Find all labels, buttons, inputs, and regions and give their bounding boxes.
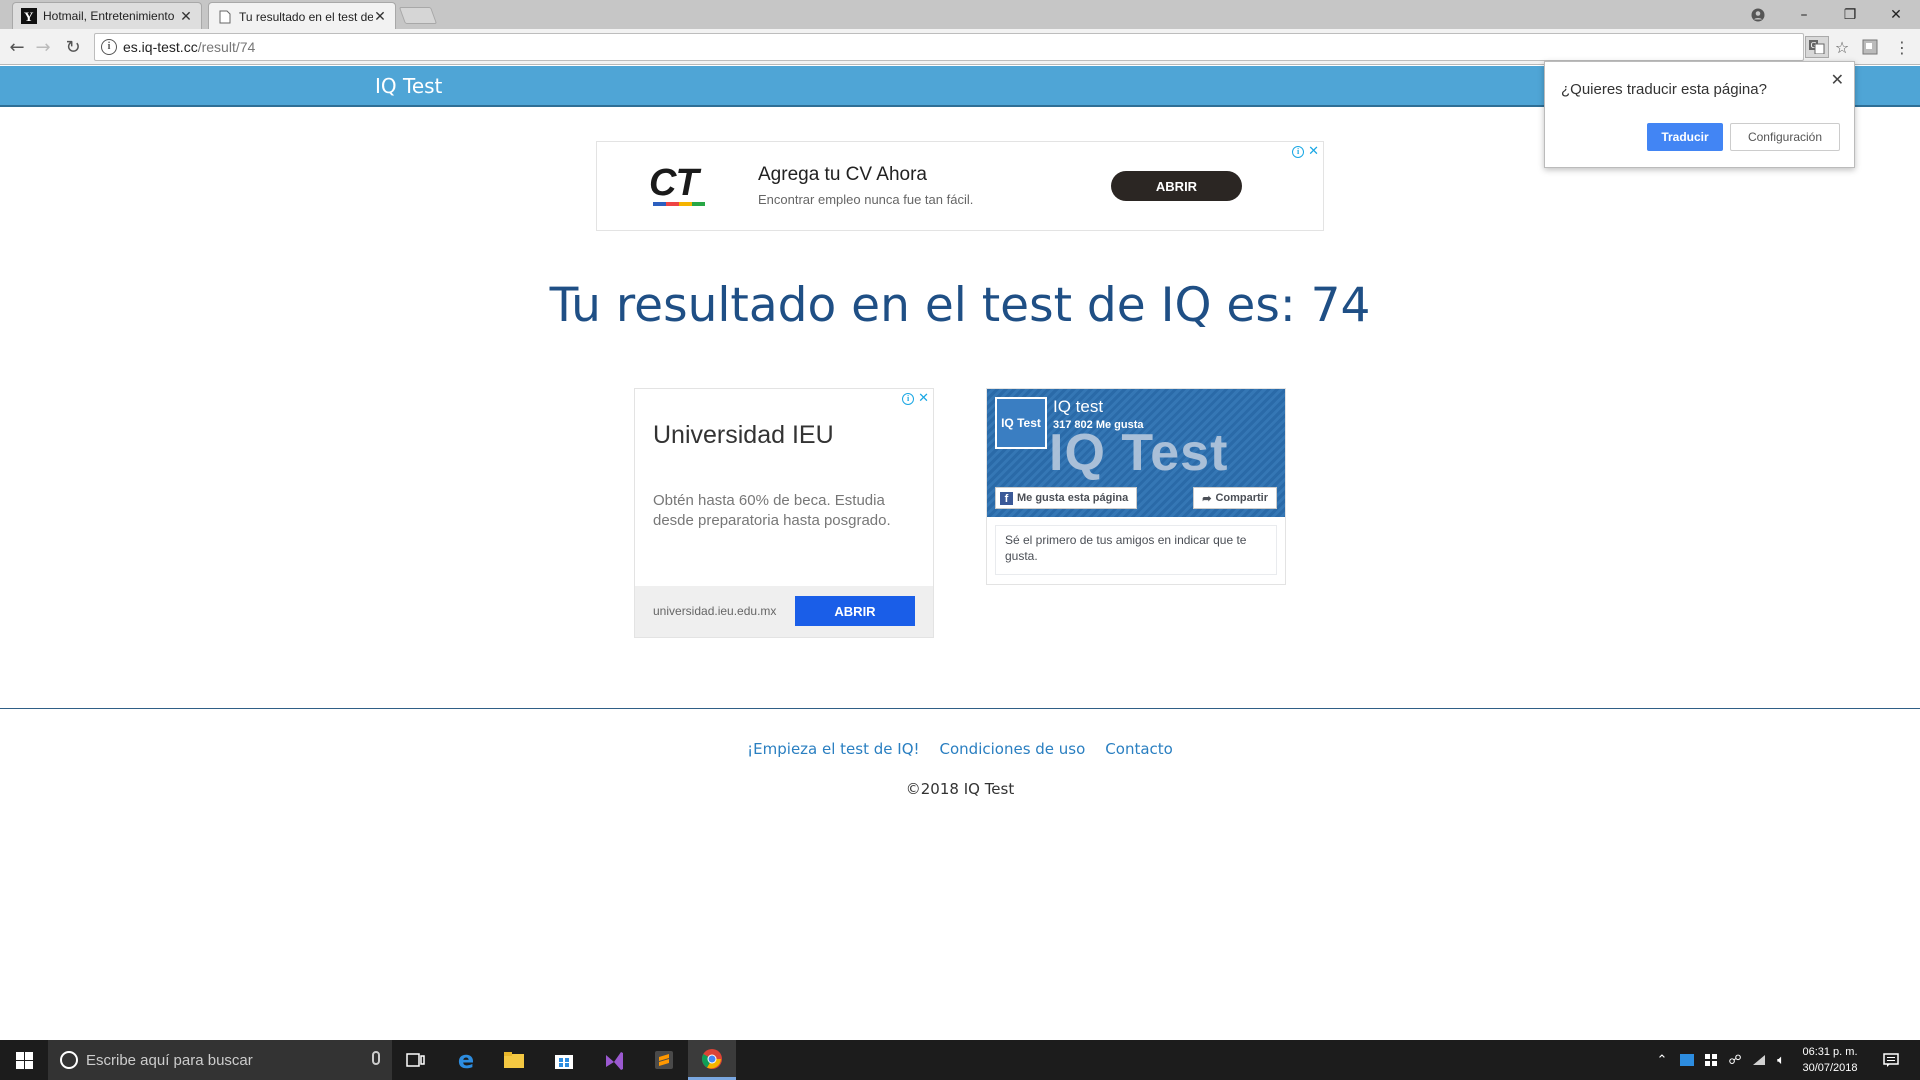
ad-logo-stripe: [653, 202, 705, 206]
bookmark-star-icon[interactable]: ☆: [1830, 36, 1854, 58]
sublime-text-icon[interactable]: [640, 1040, 688, 1080]
tab-hotmail[interactable]: Y Hotmail, Entretenimiento ✕: [12, 2, 202, 29]
university-ad[interactable]: Universidad IEU Obtén hasta 60% de beca.…: [634, 388, 934, 638]
ad-choices[interactable]: i ✕: [902, 391, 929, 406]
windows-taskbar: Escribe aquí para buscar e ⌃ ☍ 🔈︎ 06:31 …: [0, 1040, 1920, 1080]
fb-page-name[interactable]: IQ test: [1053, 397, 1103, 417]
forward-arrow-icon[interactable]: →: [30, 35, 56, 59]
footer-link-terms[interactable]: Condiciones de uso: [940, 740, 1086, 758]
taskbar-clock[interactable]: 06:31 p. m. 30/07/2018: [1790, 1044, 1870, 1076]
footer-link-contact[interactable]: Contacto: [1105, 740, 1173, 758]
svg-text:Y: Y: [24, 9, 34, 24]
tab-title: Tu resultado en el test de: [239, 9, 373, 24]
restore-button[interactable]: ❐: [1828, 0, 1872, 29]
url-host: es.iq-test.cc: [123, 39, 198, 55]
clock-time: 06:31 p. m.: [1802, 1046, 1858, 1058]
task-view-icon[interactable]: [392, 1040, 440, 1080]
fb-cover[interactable]: IQ Test IQ Test IQ test 317 802 Me gusta…: [987, 389, 1285, 517]
tab-iq-result[interactable]: Tu resultado en el test de ✕: [208, 2, 396, 30]
facebook-icon: f: [1000, 491, 1013, 505]
translate-button[interactable]: Traducir: [1647, 123, 1723, 151]
clock-date: 30/07/2018: [1802, 1062, 1858, 1074]
tray-windows-icon[interactable]: [1700, 1040, 1722, 1080]
hotmail-favicon-icon: Y: [21, 8, 37, 24]
back-arrow-icon[interactable]: ←: [4, 35, 30, 59]
ad-subtitle: Encontrar empleo nunca fue tan fácil.: [758, 192, 974, 207]
ad-url[interactable]: universidad.ieu.edu.mx: [653, 604, 776, 618]
windows-start-icon[interactable]: [0, 1040, 48, 1080]
footer-divider: [0, 708, 1920, 709]
ad-info-icon[interactable]: i: [902, 393, 915, 405]
taskbar-search[interactable]: Escribe aquí para buscar: [48, 1040, 392, 1080]
visual-studio-icon[interactable]: [590, 1040, 638, 1080]
ad-choices[interactable]: i ✕: [1292, 144, 1319, 159]
microphone-icon[interactable]: [372, 1051, 380, 1065]
share-arrow-icon: ➦: [1202, 492, 1212, 505]
fb-like-button[interactable]: f Me gusta esta página: [995, 487, 1138, 509]
fb-like-count: 317 802 Me gusta: [1053, 419, 1144, 431]
close-window-button[interactable]: ✕: [1874, 0, 1918, 29]
tray-app-icon[interactable]: [1676, 1040, 1698, 1080]
tab-title: Hotmail, Entretenimiento: [43, 9, 175, 23]
fb-friends-text: Sé el primero de tus amigos en indicar q…: [995, 525, 1277, 575]
facebook-page-widget: IQ Test IQ Test IQ test 317 802 Me gusta…: [986, 388, 1286, 585]
ad-logo: CT: [649, 162, 699, 204]
minimize-button[interactable]: –: [1782, 0, 1826, 29]
footer-links: ¡Empieza el test de IQ! Condiciones de u…: [0, 740, 1920, 758]
store-icon[interactable]: [540, 1040, 588, 1080]
new-tab-button[interactable]: [398, 7, 438, 24]
fb-share-button[interactable]: ➦ Compartir: [1193, 487, 1277, 509]
ad-close-icon[interactable]: ✕: [1308, 144, 1319, 159]
reload-icon[interactable]: ↻: [60, 35, 86, 59]
translate-icon[interactable]: G: [1805, 36, 1829, 58]
search-placeholder: Escribe aquí para buscar: [86, 1051, 253, 1069]
ad-description: Obtén hasta 60% de beca. Estudia desde p…: [653, 492, 891, 529]
ad-title[interactable]: Universidad IEU: [653, 421, 834, 450]
menu-kebab-icon[interactable]: ⋮: [1890, 36, 1914, 58]
chrome-icon[interactable]: [688, 1040, 736, 1080]
edge-icon[interactable]: e: [442, 1040, 490, 1080]
extension-icon[interactable]: [1858, 36, 1882, 58]
footer-copyright: ©2018 IQ Test: [905, 780, 1015, 798]
translate-question: ¿Quieres traducir esta página?: [1561, 81, 1767, 98]
tab-close-icon[interactable]: ✕: [373, 8, 387, 25]
tray-volume-icon[interactable]: 🔈︎: [1770, 1040, 1792, 1080]
file-explorer-icon[interactable]: [490, 1040, 538, 1080]
notifications-icon[interactable]: [1876, 1040, 1906, 1080]
ad-info-icon[interactable]: i: [1292, 146, 1305, 158]
url-path: /result/74: [197, 39, 256, 55]
cortana-icon: [60, 1051, 78, 1069]
result-headline: Tu resultado en el test de IQ es: 74: [549, 278, 1371, 333]
ad-title[interactable]: Agrega tu CV Ahora: [758, 164, 927, 186]
profile-icon[interactable]: [1736, 0, 1780, 29]
tray-network-icon[interactable]: ☍: [1724, 1040, 1746, 1080]
translate-bubble: ¿Quieres traducir esta página? ✕ Traduci…: [1544, 61, 1855, 168]
footer-link-start-test[interactable]: ¡Empieza el test de IQ!: [747, 740, 919, 758]
fb-page-picture[interactable]: IQ Test: [995, 397, 1047, 449]
tab-close-icon[interactable]: ✕: [179, 8, 193, 25]
browser-toolbar: ← → ↻ i es.iq-test.cc/result/74 G ☆ ⋮: [0, 29, 1920, 65]
ad-open-button[interactable]: ABRIR: [795, 596, 915, 626]
top-banner-ad[interactable]: CT Agrega tu CV Ahora Encontrar empleo n…: [596, 141, 1324, 231]
translate-settings-button[interactable]: Configuración: [1730, 123, 1840, 151]
fb-share-label: Compartir: [1215, 492, 1268, 504]
ad-open-button[interactable]: ABRIR: [1111, 171, 1242, 201]
tray-wifi-icon[interactable]: [1748, 1040, 1770, 1080]
address-bar[interactable]: i es.iq-test.cc/result/74: [94, 33, 1804, 61]
tray-chevron-icon[interactable]: ⌃: [1652, 1040, 1672, 1080]
fb-cover-text: IQ Test: [1049, 424, 1229, 482]
site-brand-link[interactable]: IQ Test: [375, 74, 442, 98]
ad-footer: universidad.ieu.edu.mx ABRIR: [635, 586, 933, 637]
fb-like-label: Me gusta esta página: [1017, 492, 1129, 504]
browser-window: Y Hotmail, Entretenimiento ✕ Tu resultad…: [0, 0, 1920, 1080]
site-info-icon[interactable]: i: [101, 39, 117, 55]
page-favicon-icon: [217, 9, 233, 25]
translate-close-icon[interactable]: ✕: [1831, 70, 1844, 89]
ad-close-icon[interactable]: ✕: [918, 391, 929, 406]
tab-strip: Y Hotmail, Entretenimiento ✕ Tu resultad…: [0, 0, 1920, 30]
